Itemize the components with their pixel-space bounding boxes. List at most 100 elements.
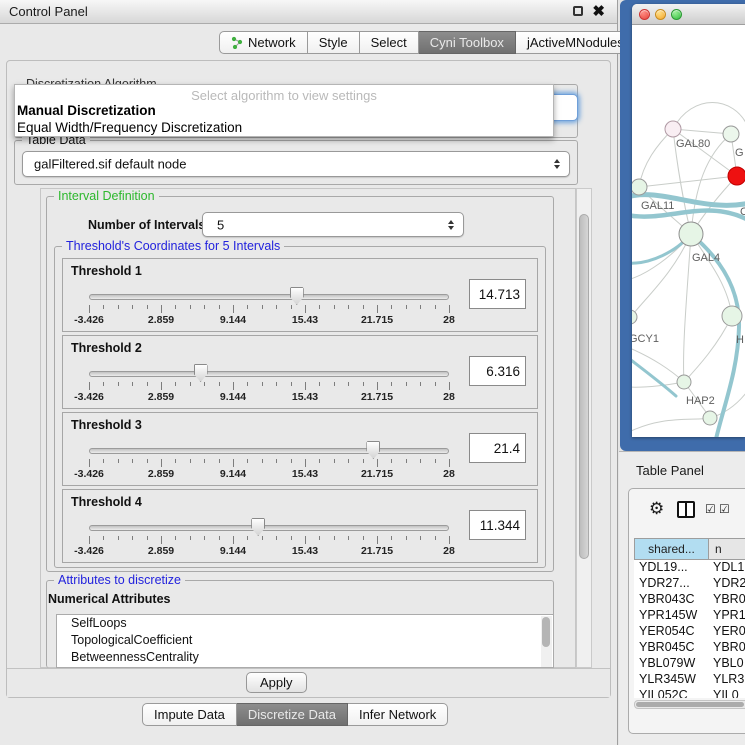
table-row[interactable]: YDL19...YDL1: [634, 560, 745, 576]
tab-style[interactable]: Style: [308, 31, 360, 54]
node-label: HAP2: [686, 395, 715, 407]
table-row[interactable]: YBL079WYBL0: [634, 656, 745, 672]
table-header-row: shared... n: [634, 538, 745, 560]
table-row[interactable]: YBR045CYBR0: [634, 640, 745, 656]
attribute-item[interactable]: BetweennessCentrality: [57, 649, 553, 666]
network-canvas[interactable]: GAL80GAL11GAL4GCY1HHAP2GC: [632, 25, 745, 437]
threshold-4-value-field[interactable]: [469, 510, 526, 540]
slider-tick-labels: -3.4262.8599.14415.4321.71528: [89, 545, 449, 557]
node-label: GCY1: [632, 333, 659, 345]
zoom-window-icon[interactable]: [671, 9, 682, 20]
attributes-legend: Attributes to discretize: [54, 573, 185, 587]
screen: Control Panel ✖ Network Style Select Cyn…: [0, 0, 745, 745]
interval-definition-legend: Interval Definition: [54, 189, 159, 203]
threshold-4-slider[interactable]: -3.4262.8599.14415.4321.71528: [63, 490, 463, 564]
table-row[interactable]: YDR27...YDR2: [634, 576, 745, 592]
thresholds-legend: Threshold's Coordinates for 5 Intervals: [62, 239, 284, 253]
network-node[interactable]: [722, 306, 742, 326]
node-label: GAL11: [641, 200, 674, 212]
number-of-intervals-label: Number of Intervals: [88, 218, 205, 232]
tab-infer-network[interactable]: Infer Network: [348, 703, 448, 726]
close-panel-icon[interactable]: ✖: [592, 2, 605, 20]
slider-track[interactable]: [89, 294, 449, 300]
threshold-2-value-field[interactable]: [469, 356, 526, 386]
checkbox-icon[interactable]: ☑: [705, 502, 716, 516]
horizontal-scrollbar-track[interactable]: [634, 700, 745, 709]
numerical-attributes-label: Numerical Attributes: [48, 592, 170, 606]
attribute-item[interactable]: SelfLoops: [57, 615, 553, 632]
algorithm-dropdown-popup: Select algorithm to view settings Manual…: [14, 84, 554, 137]
tab-label: Style: [319, 35, 348, 50]
slider-track[interactable]: [89, 371, 449, 377]
slider-thumb[interactable]: [366, 441, 380, 459]
network-node[interactable]: [728, 167, 745, 185]
column-header-name[interactable]: n: [709, 539, 745, 559]
close-window-icon[interactable]: [639, 9, 650, 20]
apply-button[interactable]: Apply: [246, 672, 307, 693]
node-table: shared... n YDL19...YDL1YDR27...YDR2YBR0…: [634, 538, 745, 698]
float-panel-icon[interactable]: [573, 6, 583, 16]
node-label: GAL4: [692, 252, 720, 264]
network-node[interactable]: [703, 411, 717, 425]
threshold-2-slider[interactable]: -3.4262.8599.14415.4321.71528: [63, 336, 463, 410]
table-row[interactable]: YPR145WYPR1: [634, 608, 745, 624]
table-row[interactable]: YER054CYER0: [634, 624, 745, 640]
panel-title: Control Panel: [9, 4, 88, 19]
node-label-partial: C: [740, 206, 745, 218]
node-label: H: [736, 334, 744, 346]
vertical-scrollbar-thumb[interactable]: [579, 214, 589, 559]
slider-track[interactable]: [89, 525, 449, 531]
attribute-item[interactable]: TopologicalCoefficient: [57, 632, 553, 649]
network-node[interactable]: [632, 179, 647, 195]
threshold-3-slider[interactable]: -3.4262.8599.14415.4321.71528: [63, 413, 463, 487]
gear-icon[interactable]: ⚙: [649, 499, 664, 519]
tab-label: Network: [248, 35, 296, 50]
dropdown-option-equal-width[interactable]: Equal Width/Frequency Discretization: [15, 120, 553, 137]
number-of-intervals-value: 5: [217, 217, 224, 232]
slider-ticks: [89, 382, 449, 391]
slider-thumb[interactable]: [251, 518, 265, 536]
split-columns-icon[interactable]: [677, 501, 695, 518]
network-window[interactable]: GAL80GAL11GAL4GCY1HHAP2GC: [632, 4, 745, 437]
threshold-1-slider[interactable]: -3.4262.8599.14415.4321.71528: [63, 259, 463, 333]
horizontal-scrollbar-thumb[interactable]: [636, 702, 744, 707]
tab-impute-data[interactable]: Impute Data: [142, 703, 237, 726]
tab-cyni-toolbox[interactable]: Cyni Toolbox: [419, 31, 516, 54]
threshold-3-value-field[interactable]: [469, 433, 526, 463]
minimize-window-icon[interactable]: [655, 9, 666, 20]
numerical-attributes-list[interactable]: SelfLoopsTopologicalCoefficientBetweenne…: [56, 614, 554, 668]
column-header-shared-name[interactable]: shared...: [635, 539, 709, 559]
table-data-value: galFiltered.sif default node: [34, 157, 186, 172]
control-panel-titlebar: Control Panel ✖: [0, 0, 617, 24]
network-window-titlebar: [632, 4, 745, 25]
table-panel-title: Table Panel: [636, 463, 704, 478]
network-node[interactable]: [632, 310, 637, 324]
slider-track[interactable]: [89, 448, 449, 454]
slider-thumb[interactable]: [290, 287, 304, 305]
table-row[interactable]: YLR345WYLR3: [634, 672, 745, 688]
table-panel: Table Panel ⚙ ☑ ☑ shared... n YDL19...YD…: [619, 451, 745, 745]
tab-network[interactable]: Network: [219, 31, 308, 54]
checkbox-icon[interactable]: ☑: [719, 502, 730, 516]
table-data-combobox[interactable]: galFiltered.sif default node: [22, 151, 570, 177]
network-node[interactable]: [679, 222, 703, 246]
table-panel-box: ⚙ ☑ ☑ shared... n YDL19...YDL1YDR27...YD…: [628, 488, 745, 734]
number-of-intervals-combobox[interactable]: 5: [202, 212, 464, 237]
table-row[interactable]: YIL052CYIL0: [634, 688, 745, 698]
list-scrollbar-thumb[interactable]: [542, 617, 550, 647]
network-node[interactable]: [677, 375, 691, 389]
tab-discretize-data[interactable]: Discretize Data: [237, 703, 348, 726]
dropdown-option-manual[interactable]: Manual Discretization: [15, 103, 553, 120]
apply-bar: Apply: [7, 668, 610, 697]
list-scrollbar-track[interactable]: [541, 616, 552, 668]
slider-thumb[interactable]: [194, 364, 208, 382]
node-label-partial: G: [735, 147, 744, 159]
slider-ticks: [89, 459, 449, 468]
table-row[interactable]: YBR043CYBR0: [634, 592, 745, 608]
threshold-2-panel: Threshold 2 -3.4262.8599.14415.4321.7152…: [62, 335, 538, 409]
network-node[interactable]: [665, 121, 681, 137]
tab-jactivemnodules[interactable]: jActiveMNodules: [516, 31, 636, 54]
tab-select[interactable]: Select: [360, 31, 419, 54]
threshold-1-value-field[interactable]: [469, 279, 526, 309]
network-node[interactable]: [723, 126, 739, 142]
